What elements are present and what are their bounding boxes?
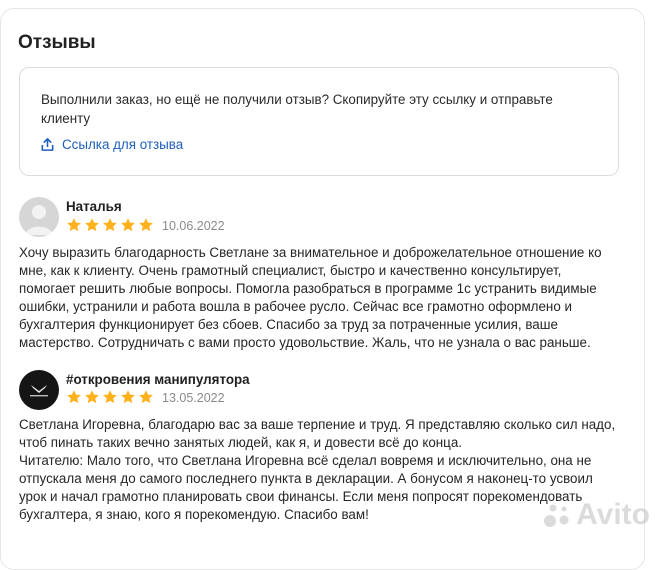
star-icon: [67, 218, 81, 232]
review-author[interactable]: Наталья: [66, 199, 122, 214]
review-date: 10.06.2022: [162, 219, 225, 233]
avatar[interactable]: [19, 370, 59, 410]
review-paragraph: Хочу выразить благодарность Светлане за …: [19, 245, 602, 350]
star-icon: [85, 390, 99, 404]
rating-stars: [66, 217, 154, 233]
review-author[interactable]: #откровения манипулятора: [66, 372, 250, 387]
star-icon: [103, 218, 117, 232]
review-date: 13.05.2022: [162, 391, 225, 405]
section-title: Отзывы: [18, 32, 96, 53]
dark-logo-icon: [30, 385, 48, 397]
star-icon: [121, 218, 135, 232]
watermark-text: Avito: [576, 498, 650, 531]
star-icon: [121, 390, 135, 404]
invite-text: Выполнили заказ, но ещё не получили отзы…: [41, 92, 553, 126]
star-icon: [85, 218, 99, 232]
share-icon: [41, 138, 54, 151]
user-placeholder-icon: [25, 205, 53, 235]
rating-stars: [66, 389, 154, 405]
review-invite-box: Выполнили заказ, но ещё не получили отзы…: [19, 67, 619, 176]
avito-watermark: Avito: [542, 498, 650, 532]
star-icon: [103, 390, 117, 404]
review-text: Светлана Игоревна, благодарю вас за ваше…: [19, 416, 619, 523]
review-link-label: Ссылка для отзыва: [62, 137, 184, 152]
review-paragraph: Светлана Игоревна, благодарю вас за ваше…: [19, 417, 616, 450]
review-link-button[interactable]: Ссылка для отзыва: [40, 137, 183, 152]
star-icon: [139, 390, 153, 404]
review-paragraph: Читателю: Мало того, что Светлана Игорев…: [19, 452, 593, 522]
avito-logo-icon: [544, 504, 569, 527]
review-text: Хочу выразить благодарность Светлане за …: [19, 244, 619, 351]
star-icon: [67, 390, 81, 404]
avatar[interactable]: [19, 197, 59, 237]
star-icon: [139, 218, 153, 232]
